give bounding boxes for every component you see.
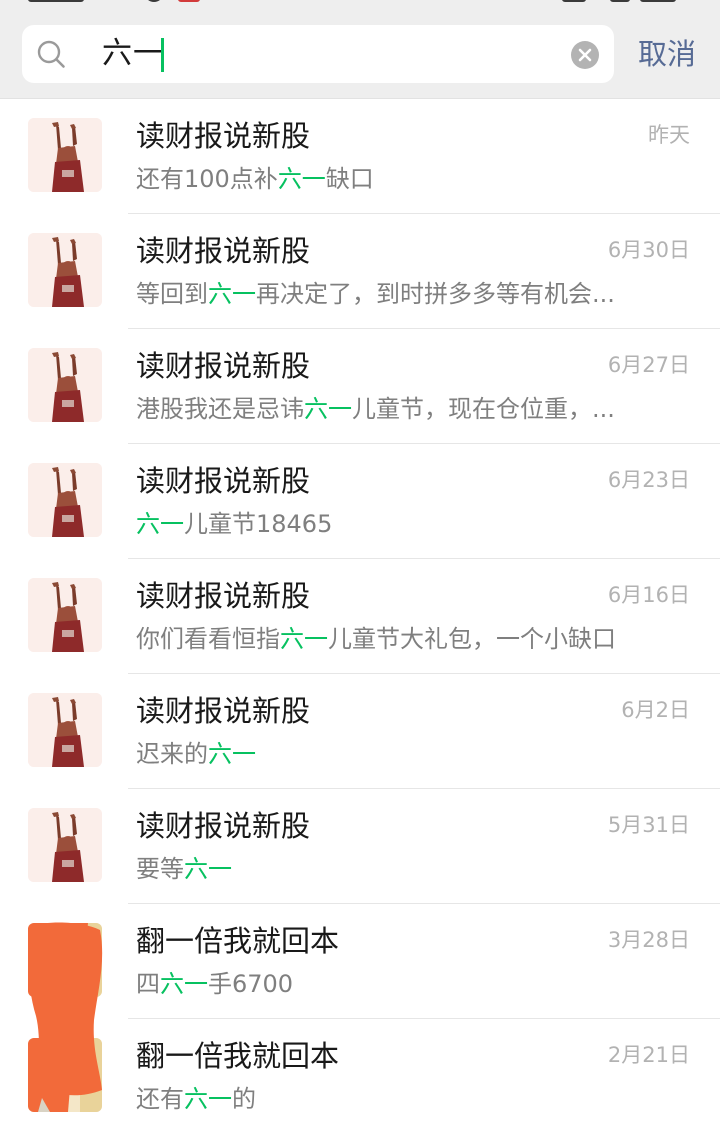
avatar — [28, 118, 102, 192]
preview-before: 还有100点补 — [136, 165, 278, 193]
preview-match: 六一 — [160, 970, 208, 998]
avatar — [28, 578, 102, 652]
avatar-image — [28, 233, 102, 307]
message-date: 3月28日 — [607, 928, 690, 952]
avatar — [28, 348, 102, 422]
preview-match: 六一 — [208, 280, 256, 308]
chat-name: 读财报说新股 — [136, 349, 311, 383]
avatar-image — [28, 578, 102, 652]
chat-name: 翻一倍我就回本 — [136, 1039, 340, 1073]
preview-before: 迟来的 — [136, 740, 208, 768]
message-preview: 六一儿童节18465 — [136, 508, 656, 540]
preview-match: 六一 — [277, 165, 326, 193]
result-row[interactable]: 读财报说新股 6月23日 六一儿童节18465 — [0, 444, 720, 559]
message-date: 2月21日 — [607, 1043, 690, 1067]
chat-name: 读财报说新股 — [136, 579, 311, 613]
preview-before: 还有 — [136, 1085, 184, 1113]
chat-name: 翻一倍我就回本 — [136, 924, 340, 958]
text-cursor — [161, 38, 164, 72]
preview-after: 儿童节18465 — [184, 510, 333, 538]
preview-after: 手6700 — [208, 970, 294, 998]
message-date: 6月23日 — [607, 468, 690, 492]
message-date: 6月30日 — [607, 238, 690, 262]
avatar-image — [28, 808, 102, 882]
preview-after: 儿童节大礼包，一个小缺口 — [328, 625, 616, 653]
preview-after: 再决定了，到时拼多多等有机会... — [256, 280, 615, 308]
result-row[interactable]: 读财报说新股 6月27日 港股我还是忌讳六一儿童节，现在仓位重，... — [0, 329, 720, 444]
redaction-overlay — [22, 920, 112, 1100]
message-preview: 四六一手6700 — [136, 968, 656, 1000]
avatar-image — [28, 463, 102, 537]
preview-match: 六一 — [304, 395, 352, 423]
result-row[interactable]: 读财报说新股 6月16日 你们看看恒指六一儿童节大礼包，一个小缺口 — [0, 559, 720, 674]
message-date: 6月16日 — [607, 583, 690, 607]
preview-before: 要等 — [136, 855, 184, 883]
chat-name: 读财报说新股 — [136, 464, 311, 498]
search-icon — [37, 40, 65, 68]
result-row[interactable]: 读财报说新股 5月31日 要等六一 — [0, 789, 720, 904]
result-row[interactable]: 读财报说新股 6月30日 等回到六一再决定了，到时拼多多等有机会... — [0, 214, 720, 329]
message-preview: 等回到六一再决定了，到时拼多多等有机会... — [136, 278, 656, 310]
preview-before: 你们看看恒指 — [136, 625, 280, 653]
cancel-button[interactable]: 取消 — [638, 36, 696, 72]
message-preview: 港股我还是忌讳六一儿童节，现在仓位重，... — [136, 393, 656, 425]
result-row[interactable]: 读财报说新股 6月2日 迟来的六一 — [0, 674, 720, 789]
preview-before: 等回到 — [136, 280, 208, 308]
chat-name: 读财报说新股 — [136, 809, 311, 843]
avatar — [28, 808, 102, 882]
message-preview: 还有100点补六一缺口 — [136, 163, 656, 195]
message-date: 6月2日 — [621, 698, 690, 722]
search-input[interactable]: 六一 — [22, 25, 614, 83]
message-date: 昨天 — [648, 123, 690, 147]
result-row[interactable]: 读财报说新股 昨天 还有100点补六一缺口 — [0, 99, 720, 214]
preview-before: 四 — [136, 970, 160, 998]
chat-name: 读财报说新股 — [136, 694, 311, 728]
search-header: 六一 取消 — [0, 0, 720, 99]
avatar-image — [28, 693, 102, 767]
chat-name: 读财报说新股 — [136, 119, 311, 153]
clear-icon[interactable] — [571, 41, 599, 69]
avatar — [28, 233, 102, 307]
message-preview: 要等六一 — [136, 853, 656, 885]
preview-match: 六一 — [184, 855, 232, 883]
preview-after: 的 — [232, 1085, 256, 1113]
preview-match: 六一 — [136, 510, 184, 538]
avatar-image — [28, 348, 102, 422]
status-bar — [0, 0, 720, 6]
preview-match: 六一 — [280, 625, 328, 653]
preview-match: 六一 — [184, 1085, 232, 1113]
preview-after: 缺口 — [325, 165, 374, 193]
message-preview: 还有六一的 — [136, 1083, 656, 1115]
preview-match: 六一 — [208, 740, 256, 768]
message-date: 5月31日 — [607, 813, 690, 837]
avatar-image — [28, 118, 102, 192]
preview-after: 儿童节，现在仓位重，... — [352, 395, 615, 423]
message-preview: 迟来的六一 — [136, 738, 656, 770]
message-date: 6月27日 — [607, 353, 690, 377]
avatar — [28, 693, 102, 767]
preview-before: 港股我还是忌讳 — [136, 395, 304, 423]
message-preview: 你们看看恒指六一儿童节大礼包，一个小缺口 — [136, 623, 656, 655]
search-query: 六一 — [102, 36, 164, 71]
chat-name: 读财报说新股 — [136, 234, 311, 268]
avatar — [28, 463, 102, 537]
